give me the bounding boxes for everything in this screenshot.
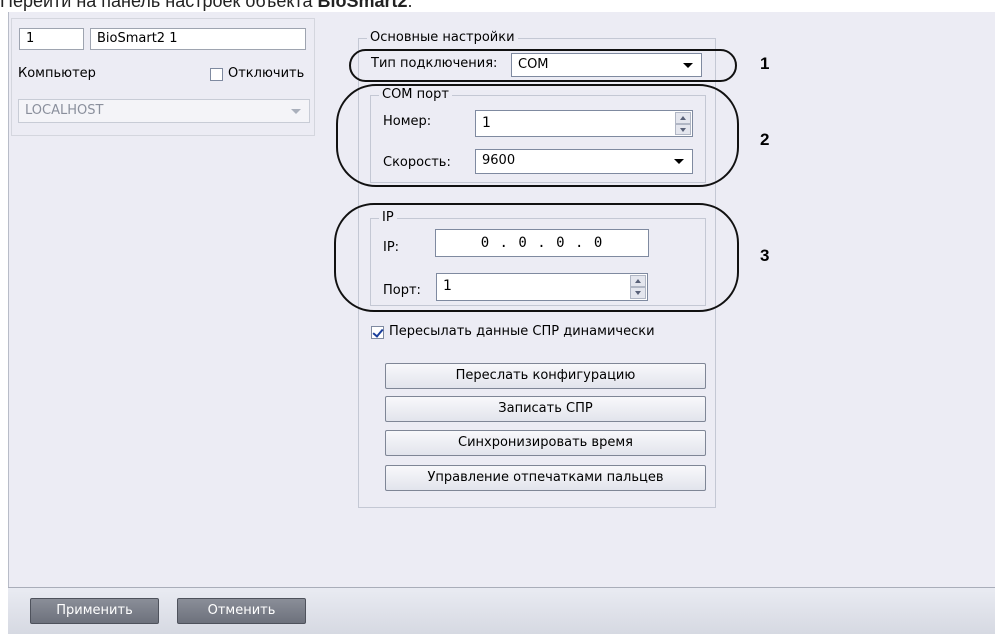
- computer-select-value: LOCALHOST: [25, 103, 104, 118]
- object-box: 1 BioSmart2 1 Компьютер Отключить LOCALH…: [11, 18, 315, 136]
- apply-button[interactable]: Применить: [30, 598, 159, 624]
- annotation-number-3: 3: [760, 246, 770, 265]
- footer-bar: Применить Отменить: [8, 587, 995, 634]
- sync-time-button[interactable]: Синхронизировать время: [385, 430, 706, 456]
- annotation-number-1: 1: [760, 54, 770, 73]
- computer-label: Компьютер: [18, 66, 96, 81]
- send-config-button[interactable]: Переслать конфигурацию: [385, 363, 706, 389]
- main-settings-title: Основные настройки: [367, 30, 518, 45]
- disable-label: Отключить: [228, 66, 305, 81]
- disable-checkbox[interactable]: [210, 68, 223, 81]
- annotation-oval-2: [336, 84, 739, 187]
- fingerprints-button[interactable]: Управление отпечатками пальцев: [385, 465, 706, 491]
- object-name-field[interactable]: BioSmart2 1: [90, 28, 306, 50]
- document-heading: Перейти на панель настроек объекта BioSm…: [0, 0, 413, 11]
- write-spr-button[interactable]: Записать СПР: [385, 396, 706, 422]
- computer-select[interactable]: LOCALHOST: [18, 99, 310, 123]
- annotation-oval-1: [349, 49, 737, 82]
- annotation-oval-3: [334, 203, 739, 312]
- dynamic-send-checkbox[interactable]: [371, 326, 384, 339]
- chevron-down-icon: [291, 109, 301, 114]
- annotation-number-2: 2: [760, 130, 770, 149]
- object-id-field[interactable]: 1: [19, 28, 84, 50]
- dynamic-send-label: Пересылать данные СПР динамически: [389, 324, 655, 339]
- cancel-button[interactable]: Отменить: [177, 598, 306, 624]
